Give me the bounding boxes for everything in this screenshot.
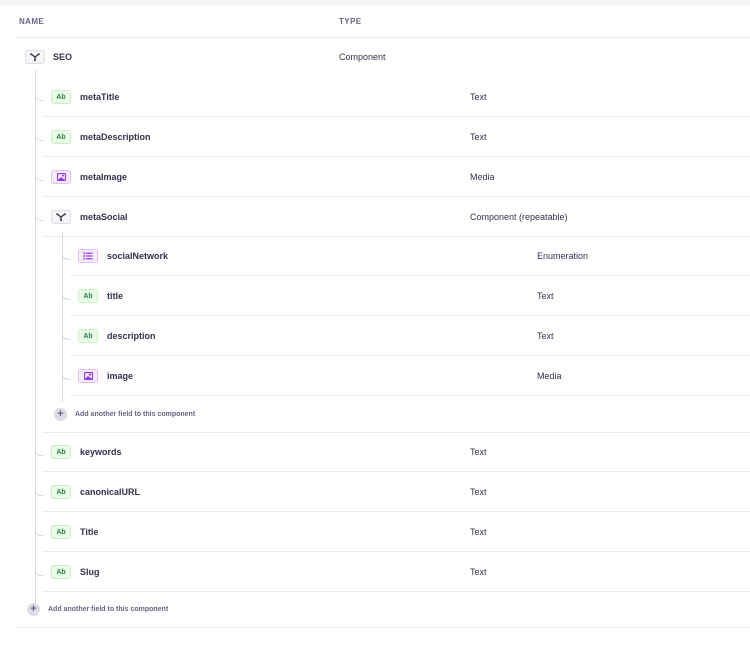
field-name[interactable]: title <box>107 291 123 301</box>
text-icon: Ab <box>51 525 71 539</box>
text-icon: Ab <box>51 565 71 579</box>
tree-line-root <box>35 70 36 606</box>
add-root-field-button[interactable]: + Add another field to this component <box>27 603 168 616</box>
tree-connector <box>35 447 44 456</box>
text-icon: Ab <box>51 90 71 104</box>
field-type: Text <box>470 527 487 537</box>
row-divider <box>43 116 750 117</box>
tree-connector <box>35 92 44 101</box>
field-name[interactable]: metaSocial <box>80 212 128 222</box>
header-name: NAME <box>19 17 45 26</box>
row-divider <box>70 315 750 316</box>
field-name[interactable]: metaImage <box>80 172 127 182</box>
field-type: Enumeration <box>537 251 589 261</box>
field-type: Text <box>470 447 487 457</box>
row-divider <box>70 275 750 276</box>
field-name[interactable]: socialNetwork <box>107 251 168 261</box>
row-divider <box>43 236 750 237</box>
tree-connector <box>35 212 44 221</box>
field-name[interactable]: canonicalURL <box>80 487 140 497</box>
row-divider <box>43 511 750 512</box>
field-type: Media <box>470 172 495 182</box>
media-icon <box>78 369 98 383</box>
plus-icon: + <box>27 603 40 616</box>
tree-connector <box>35 172 44 181</box>
field-type: Text <box>470 567 487 577</box>
field-type: Media <box>537 371 562 381</box>
header-type: TYPE <box>339 17 362 26</box>
add-nested-field-label: Add another field to this component <box>75 411 196 418</box>
tree-connector <box>35 487 44 496</box>
row-divider <box>70 395 750 396</box>
field-name[interactable]: metaTitle <box>80 92 119 102</box>
row-divider <box>43 432 750 433</box>
text-icon: Ab <box>78 289 98 303</box>
header-divider <box>16 37 750 38</box>
tree-connector <box>35 567 44 576</box>
tree-connector <box>62 291 71 300</box>
field-name[interactable]: image <box>107 371 133 381</box>
enumeration-icon <box>78 249 98 263</box>
field-name[interactable]: metaDescription <box>80 132 151 142</box>
row-divider <box>43 196 750 197</box>
tree-connector <box>35 527 44 536</box>
row-divider <box>43 471 750 472</box>
field-name[interactable]: Title <box>80 527 98 537</box>
field-type: Text <box>470 92 487 102</box>
field-name[interactable]: Slug <box>80 567 100 577</box>
field-type: Component (repeatable) <box>470 212 568 222</box>
text-icon: Ab <box>78 329 98 343</box>
tree-connector <box>62 251 71 260</box>
add-nested-field-button[interactable]: + Add another field to this component <box>54 408 195 421</box>
tree-connector <box>62 371 71 380</box>
row-divider <box>43 591 750 592</box>
field-type: Text <box>470 132 487 142</box>
add-root-field-label: Add another field to this component <box>48 606 169 613</box>
row-divider <box>70 355 750 356</box>
field-type-seo: Component <box>339 52 386 62</box>
component-fields-table: NAME TYPE SEO Component Ab metaTitle Text A… <box>0 6 750 646</box>
tree-connector <box>35 132 44 141</box>
text-icon: Ab <box>51 445 71 459</box>
component-icon <box>25 50 45 64</box>
field-name[interactable]: description <box>107 331 156 341</box>
row-divider <box>43 156 750 157</box>
component-icon <box>51 210 71 224</box>
field-type: Text <box>537 291 554 301</box>
field-name[interactable]: keywords <box>80 447 122 457</box>
tree-connector <box>62 331 71 340</box>
text-icon: Ab <box>51 485 71 499</box>
field-type: Text <box>470 487 487 497</box>
field-name-seo[interactable]: SEO <box>53 52 72 62</box>
field-type: Text <box>537 331 554 341</box>
text-icon: Ab <box>51 130 71 144</box>
media-icon <box>51 170 71 184</box>
row-divider <box>43 551 750 552</box>
plus-icon: + <box>54 408 67 421</box>
row-divider <box>16 627 750 628</box>
